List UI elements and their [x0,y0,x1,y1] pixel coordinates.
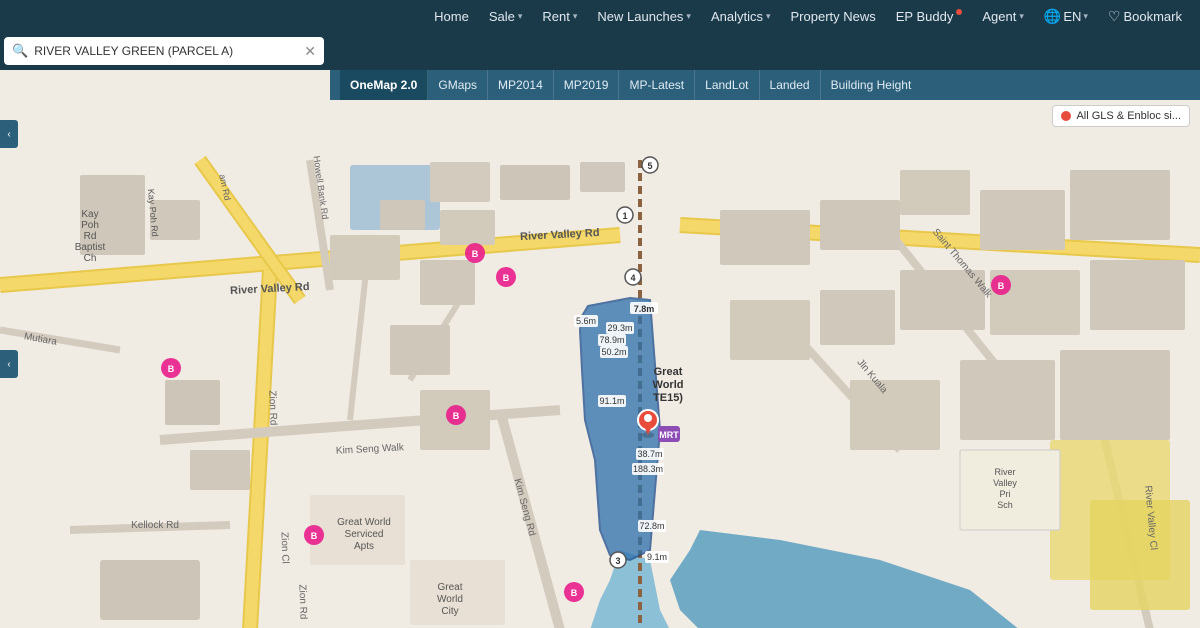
chevron-down-icon: ▾ [766,11,771,22]
left-panel-toggle: ‹ ‹ [0,120,18,378]
gls-dot [1061,111,1071,121]
notification-dot [956,9,962,15]
svg-text:Great: Great [654,366,683,378]
map-tool-landed[interactable]: Landed [760,70,821,100]
nav-home[interactable]: Home [426,0,477,32]
svg-text:World: World [653,379,684,391]
top-navigation: Home Sale ▾ Rent ▾ New Launches ▾ Analyt… [0,0,1200,32]
map-container: 4 3 6 2 5 1 MRT B B B B B B B [0,70,1200,628]
chevron-down-icon: ▾ [518,11,523,22]
map-tool-onemap[interactable]: OneMap 2.0 [340,70,428,100]
svg-text:Great: Great [437,582,462,593]
svg-text:9.1m: 9.1m [647,552,667,562]
map-tool-landlot[interactable]: LandLot [695,70,759,100]
svg-text:4: 4 [630,273,635,283]
map-svg: 4 3 6 2 5 1 MRT B B B B B B B [0,70,1200,628]
svg-text:B: B [998,281,1005,291]
svg-text:Apts: Apts [354,541,374,552]
nav-analytics[interactable]: Analytics ▾ [703,0,779,32]
svg-text:1: 1 [622,211,627,221]
nav-property-news[interactable]: Property News [783,0,884,32]
search-container[interactable]: 🔍 ✕ [4,37,324,65]
svg-text:7.8m: 7.8m [634,304,655,314]
nav-new-launches[interactable]: New Launches ▾ [589,0,699,32]
svg-text:B: B [503,273,510,283]
svg-text:50.2m: 50.2m [601,347,626,357]
svg-text:Zion Rd: Zion Rd [266,390,278,425]
svg-text:72.8m: 72.8m [639,521,664,531]
svg-text:Kay: Kay [81,209,98,220]
nav-bookmark[interactable]: ♡ Bookmark [1100,0,1190,32]
svg-text:B: B [571,588,578,598]
nav-rent[interactable]: Rent ▾ [534,0,585,32]
map-tool-mp-latest[interactable]: MP-Latest [619,70,695,100]
globe-icon: 🌐 [1044,8,1061,25]
search-input[interactable] [34,44,284,58]
nav-sale[interactable]: Sale ▾ [481,0,531,32]
svg-text:Great World: Great World [337,517,391,528]
svg-text:MRT: MRT [659,430,679,440]
svg-text:Ch: Ch [84,253,97,264]
panel-toggle-btn-2[interactable]: ‹ [0,350,18,378]
heart-icon: ♡ [1108,8,1121,25]
svg-text:City: City [441,606,458,617]
svg-text:5.6m: 5.6m [576,316,596,326]
svg-text:B: B [168,364,175,374]
map-tool-mp2014[interactable]: MP2014 [488,70,554,100]
nav-agent[interactable]: Agent ▾ [974,0,1032,32]
svg-text:38.7m: 38.7m [637,449,662,459]
svg-text:Zion Cl: Zion Cl [278,532,290,564]
chevron-down-icon: ▾ [1019,11,1024,22]
chevron-down-icon: ▾ [1083,11,1088,22]
svg-text:Baptist: Baptist [75,242,106,253]
chevron-down-icon: ▾ [686,11,691,22]
svg-text:B: B [472,249,479,259]
svg-text:Poh: Poh [81,220,99,231]
chevron-down-icon: ▾ [573,11,578,22]
svg-text:91.1m: 91.1m [599,396,624,406]
svg-text:Valley: Valley [993,478,1017,488]
svg-text:River: River [994,467,1015,477]
svg-text:B: B [311,531,318,541]
svg-text:3: 3 [615,556,620,566]
map-tool-gmaps[interactable]: GMaps [428,70,488,100]
svg-text:78.9m: 78.9m [599,335,624,345]
map-tools-row: OneMap 2.0 GMaps MP2014 MP2019 MP-Latest… [330,70,1200,100]
panel-toggle-btn-1[interactable]: ‹ [0,120,18,148]
map-tool-building-height[interactable]: Building Height [821,70,922,100]
svg-text:Kellock Rd: Kellock Rd [131,520,179,531]
svg-text:Pri: Pri [1000,489,1011,499]
svg-text:TE15): TE15) [653,392,683,404]
search-icon: 🔍 [12,43,28,59]
svg-text:Sch: Sch [997,500,1013,510]
svg-text:Zion Rd: Zion Rd [296,584,308,619]
map-tool-mp2019[interactable]: MP2019 [554,70,620,100]
svg-text:B: B [453,411,460,421]
svg-text:Rd: Rd [84,231,97,242]
nav-ep-buddy[interactable]: EP Buddy [888,0,971,32]
svg-text:188.3m: 188.3m [633,464,663,474]
svg-text:5: 5 [647,161,652,171]
svg-text:Serviced: Serviced [345,529,384,540]
nav-language[interactable]: 🌐 EN ▾ [1036,0,1096,32]
gls-button[interactable]: All GLS & Enbloc si... [1052,105,1190,127]
svg-text:World: World [437,594,463,605]
svg-text:29.3m: 29.3m [607,323,632,333]
search-bar-row: 🔍 ✕ [0,32,1200,70]
clear-search-icon[interactable]: ✕ [304,43,316,60]
